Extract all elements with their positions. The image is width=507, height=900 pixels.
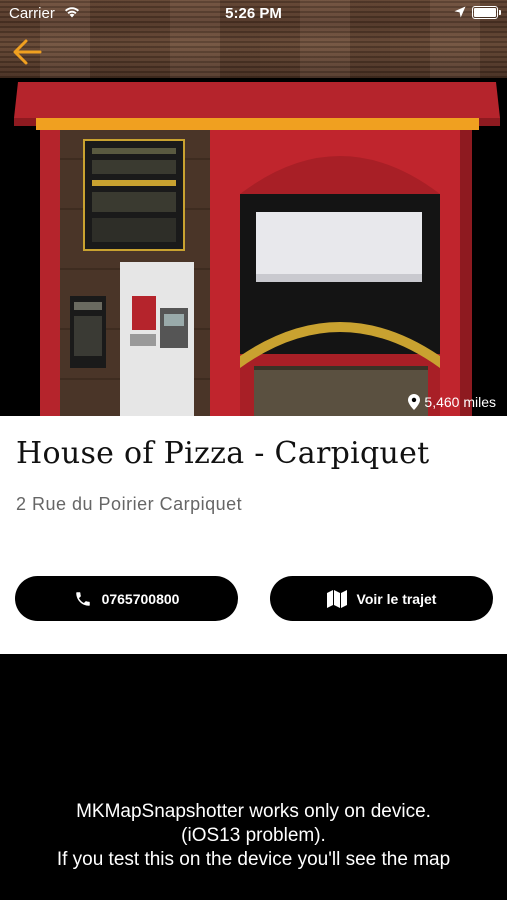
directions-button-label: Voir le trajet: [356, 590, 437, 607]
location-arrow-icon: [454, 6, 466, 18]
directions-button[interactable]: Voir le trajet: [270, 576, 493, 621]
place-address: 2 Rue du Poirier Carpiquet: [16, 494, 243, 514]
distance-text: 5,460 miles: [424, 394, 496, 410]
map-message-line: MKMapSnapshotter works only on device.: [76, 801, 431, 822]
place-info: House of Pizza - Carpiquet 2 Rue du Poir…: [0, 416, 507, 654]
clock: 5:26 PM: [225, 5, 282, 22]
map-message: MKMapSnapshotter works only on device. (…: [0, 800, 507, 872]
distance-badge: 5,460 miles: [408, 394, 496, 410]
status-bar: Carrier 5:26 PM: [0, 0, 507, 28]
phone-icon: [75, 591, 90, 606]
call-button-label: 0765700800: [101, 590, 180, 607]
map-pin-icon: [408, 394, 421, 410]
map-message-line: (iOS13 problem).: [181, 825, 326, 846]
map-snapshot: MKMapSnapshotter works only on device. (…: [0, 654, 507, 900]
place-photo: 5,460 miles: [0, 78, 507, 416]
call-button[interactable]: 0765700800: [15, 576, 238, 621]
map-message-line: If you test this on the device you'll se…: [56, 849, 451, 870]
pizza-kiosk-illustration: [0, 78, 507, 416]
back-button[interactable]: [10, 36, 44, 68]
map-icon: [326, 589, 347, 608]
place-title: House of Pizza - Carpiquet: [16, 436, 430, 471]
battery-icon: [472, 6, 501, 19]
arrow-left-icon: [13, 39, 42, 65]
